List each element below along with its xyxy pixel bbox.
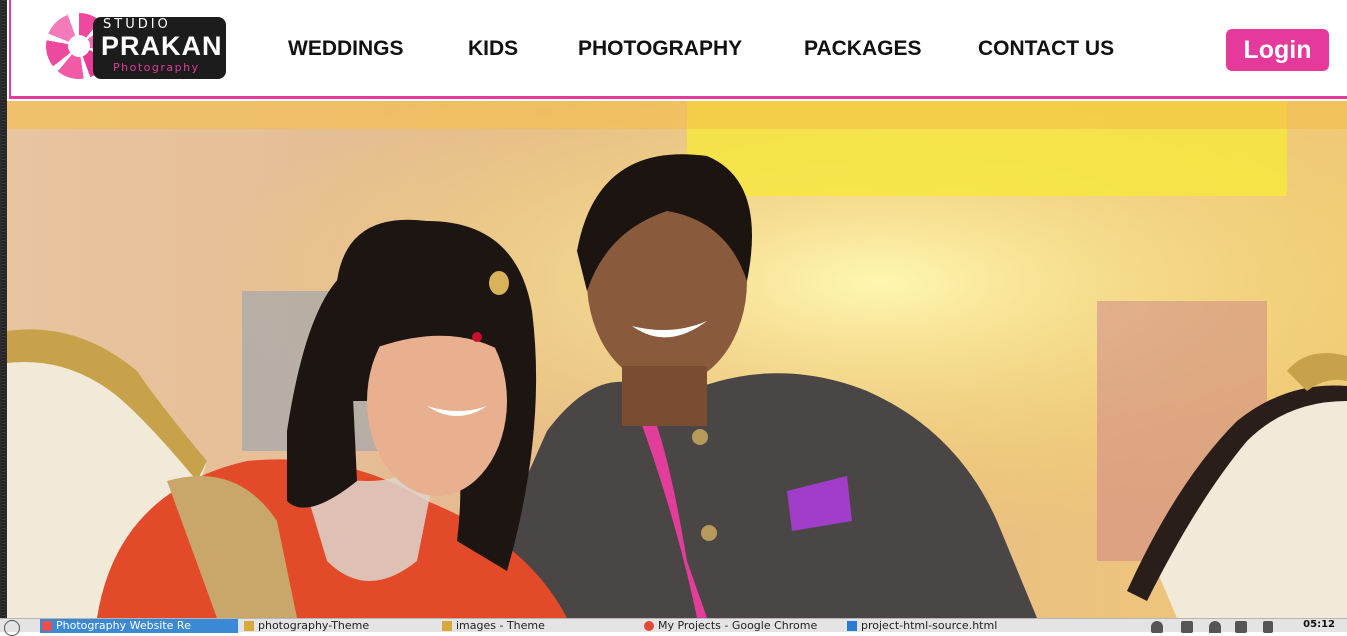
logo-studio-text: STUDIO: [103, 17, 171, 32]
volume-icon[interactable]: [1263, 621, 1273, 633]
site-header: STUDIO PRAKAN Photography WEDDINGS KIDS …: [9, 0, 1347, 99]
chrome-icon: [644, 621, 654, 631]
app-icon: [42, 621, 52, 631]
folder-icon: [244, 621, 254, 631]
hero-photo: [7, 101, 1347, 618]
logo-tagline: Photography: [113, 61, 200, 74]
clock[interactable]: 05:12: [1303, 619, 1335, 630]
logo-brand-name: PRAKAN: [101, 31, 223, 61]
taskbar-task[interactable]: Photography Website Re: [40, 619, 238, 633]
nav-packages[interactable]: PACKAGES: [804, 37, 921, 61]
taskbar-task-label: project-html-source.html: [861, 619, 998, 632]
code-editor-icon: [847, 621, 857, 631]
shield-icon[interactable]: [1181, 621, 1193, 633]
taskbar-task-label: My Projects - Google Chrome: [658, 619, 818, 632]
taskbar-task[interactable]: project-html-source.html: [845, 619, 1045, 633]
nav-weddings[interactable]: WEDDINGS: [288, 37, 404, 61]
os-taskbar: Photography Website Re photography-Theme…: [0, 618, 1347, 636]
nav-kids[interactable]: KIDS: [468, 37, 518, 61]
taskbar-task-label: Photography Website Re: [56, 619, 191, 632]
taskbar-task[interactable]: photography-Theme: [242, 619, 432, 633]
logo-badge: STUDIO PRAKAN Photography: [93, 17, 226, 79]
taskbar-task-label: photography-Theme: [258, 619, 370, 632]
window-edge: [0, 0, 7, 618]
login-button[interactable]: Login: [1226, 29, 1329, 71]
battery-icon[interactable]: [1235, 621, 1247, 633]
nav-contact-us[interactable]: CONTACT US: [978, 37, 1114, 61]
nav-photography[interactable]: PHOTOGRAPHY: [578, 37, 742, 61]
notification-icon[interactable]: [1151, 621, 1163, 633]
start-menu-icon[interactable]: [4, 620, 20, 636]
taskbar-task-label: images - Theme: [456, 619, 545, 632]
couple-portrait-image: [7, 101, 1347, 618]
taskbar-task[interactable]: images - Theme: [440, 619, 635, 633]
taskbar-task[interactable]: My Projects - Google Chrome: [642, 619, 837, 633]
studio-logo[interactable]: STUDIO PRAKAN Photography: [46, 11, 228, 81]
folder-icon: [442, 621, 452, 631]
network-icon[interactable]: [1209, 621, 1221, 633]
